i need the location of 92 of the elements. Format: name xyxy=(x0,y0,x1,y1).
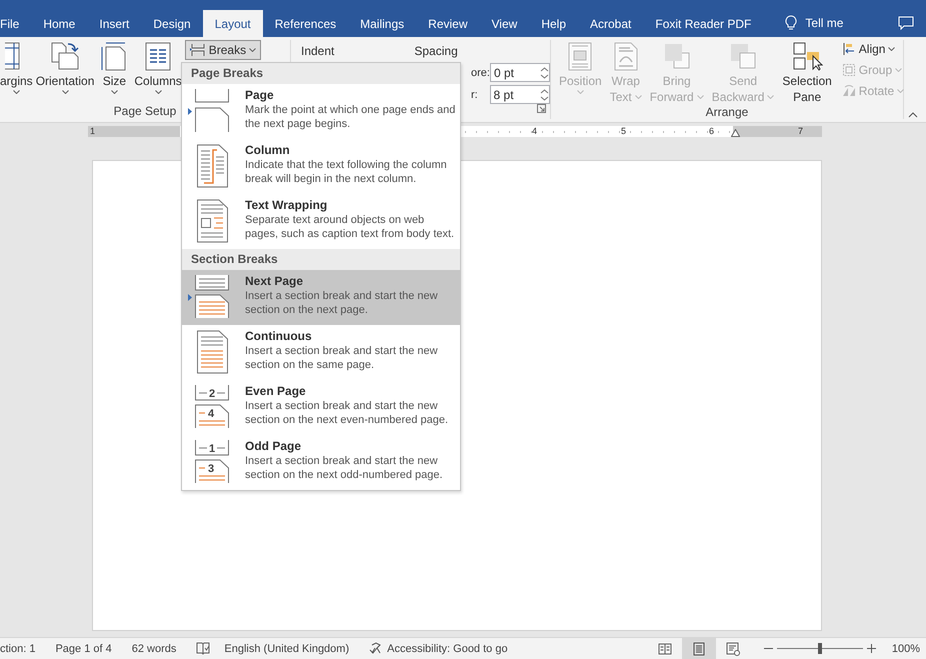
ribbon-button[interactable]: argins xyxy=(0,40,33,103)
ribbon-tab[interactable]: Layout xyxy=(202,10,263,37)
menu-item[interactable]: Continuous Insert a section break and start the new section on the same page. xyxy=(182,325,460,380)
orientation-icon xyxy=(52,42,79,70)
menu-heading: Page Breaks xyxy=(182,63,460,84)
menu-item[interactable]: 1 3 Odd Page Insert a section break and start the new section on the next odd-numbered page. xyxy=(182,435,460,490)
caret-icon xyxy=(696,95,704,99)
wrap-text-icon xyxy=(614,42,638,70)
continuous-icon xyxy=(197,330,228,374)
field-label: r: xyxy=(471,88,479,100)
spin-field[interactable]: 8 pt xyxy=(490,85,550,104)
lightbulb-icon xyxy=(785,14,798,30)
breaks-button[interactable]: Breaks xyxy=(184,40,262,60)
spacing-label: Spacing xyxy=(414,44,458,60)
word-count[interactable]: 62 words xyxy=(132,642,176,654)
size-icon xyxy=(102,42,126,70)
caret-icon xyxy=(12,90,20,94)
align-icon xyxy=(843,42,854,56)
read-mode-icon xyxy=(658,643,672,654)
spin-field[interactable]: 0 pt xyxy=(490,63,550,82)
proofing-icon[interactable] xyxy=(196,642,210,655)
spinner-icon[interactable] xyxy=(540,66,549,80)
section-status[interactable]: ction: 1 xyxy=(0,642,36,654)
comment-icon[interactable] xyxy=(898,16,914,30)
caret-icon xyxy=(767,95,774,99)
field-label: ore: xyxy=(471,66,489,78)
menu-item[interactable]: 2 4 Even Page Insert a section break and start the new section on the next even-numbered page. xyxy=(182,380,460,435)
caret-icon xyxy=(576,90,584,94)
menu-item[interactable]: Page Mark the point at which one page ends and the next page begins. xyxy=(182,84,460,139)
ribbon-button[interactable]: Size xyxy=(97,40,132,103)
caret-icon xyxy=(249,48,256,52)
ribbon-tab[interactable]: Home xyxy=(31,10,88,37)
next-page-icon xyxy=(195,274,229,318)
plus-icon[interactable] xyxy=(866,644,876,653)
caret-icon xyxy=(154,90,162,94)
indent-label: Indent xyxy=(301,44,334,60)
caret-icon xyxy=(888,47,896,51)
ribbon-tab[interactable]: Foxit Reader PDF xyxy=(643,10,764,37)
column-break-icon xyxy=(197,144,228,188)
caret-icon xyxy=(634,95,642,99)
ribbon-button[interactable]: Selection Pane xyxy=(780,40,834,104)
caret-icon xyxy=(110,90,118,94)
ribbon-tab[interactable]: Mailings xyxy=(348,10,416,37)
bring-forward-icon xyxy=(664,44,690,68)
view-button[interactable] xyxy=(682,638,716,659)
position-icon xyxy=(568,42,592,70)
accessibility-status[interactable]: Accessibility: Good to go xyxy=(387,642,508,654)
collapse-ribbon-icon[interactable] xyxy=(908,112,918,118)
ruler-number: 1 xyxy=(90,125,96,137)
caret-icon xyxy=(62,90,69,94)
dialog-launcher-icon[interactable] xyxy=(537,104,546,113)
menu-item[interactable]: Next Page Insert a section break and start the new section on the next page. xyxy=(182,270,460,325)
group-label: Page Setup xyxy=(114,103,176,119)
caret-icon xyxy=(897,89,904,93)
group-label: Arrange xyxy=(704,104,750,120)
ruler-number: 6 xyxy=(709,125,714,137)
caret-icon xyxy=(895,68,902,72)
text-wrapping-icon xyxy=(197,200,228,242)
ruler-number: 4 xyxy=(532,125,538,137)
columns-icon xyxy=(146,42,171,70)
ribbon-tab[interactable]: Review xyxy=(416,10,480,37)
page-break-icon xyxy=(195,88,229,132)
selection-pane-icon xyxy=(794,42,824,71)
ribbon-tab[interactable]: View xyxy=(480,10,530,37)
ruler-number: 7 xyxy=(798,125,804,137)
ribbon-tab[interactable]: References xyxy=(262,10,348,37)
tell-me-search[interactable]: Tell me xyxy=(805,16,844,30)
ribbon-tab[interactable]: Insert xyxy=(87,10,142,37)
ruler-number: 5 xyxy=(621,125,626,137)
group-icon xyxy=(842,64,855,76)
ribbon-tab[interactable]: File xyxy=(0,10,32,37)
spinner-icon[interactable] xyxy=(540,88,549,102)
print-layout-icon xyxy=(693,642,704,655)
send-backward-icon xyxy=(731,44,756,68)
menu-item[interactable]: Column Indicate that the text following the column break will begin in the next column. xyxy=(182,139,460,194)
language-status[interactable]: English (United Kingdom) xyxy=(224,642,350,654)
page-status[interactable]: Page 1 of 4 xyxy=(55,642,112,654)
menu-item[interactable]: Text Wrapping Separate text around objects on web pages, such as caption text from body text. xyxy=(182,194,460,249)
rotate-icon xyxy=(842,85,855,96)
web-layout-icon xyxy=(726,642,740,656)
ribbon-button[interactable]: Columns xyxy=(133,40,183,103)
ribbon-tab[interactable]: Help xyxy=(529,10,578,37)
breaks-icon xyxy=(190,43,206,57)
ribbon-tab[interactable]: Design xyxy=(141,10,203,37)
accessibility-icon[interactable] xyxy=(369,642,384,655)
menu-heading: Section Breaks xyxy=(182,249,460,270)
ribbon-button[interactable]: Align xyxy=(842,40,904,58)
ribbon-button[interactable]: Orientation xyxy=(34,40,96,103)
margins-icon xyxy=(5,42,20,70)
ribbon-tab[interactable]: Acrobat xyxy=(578,10,644,37)
zoom-level[interactable]: 100% xyxy=(892,642,920,654)
indent-marker-icon[interactable] xyxy=(731,129,740,137)
